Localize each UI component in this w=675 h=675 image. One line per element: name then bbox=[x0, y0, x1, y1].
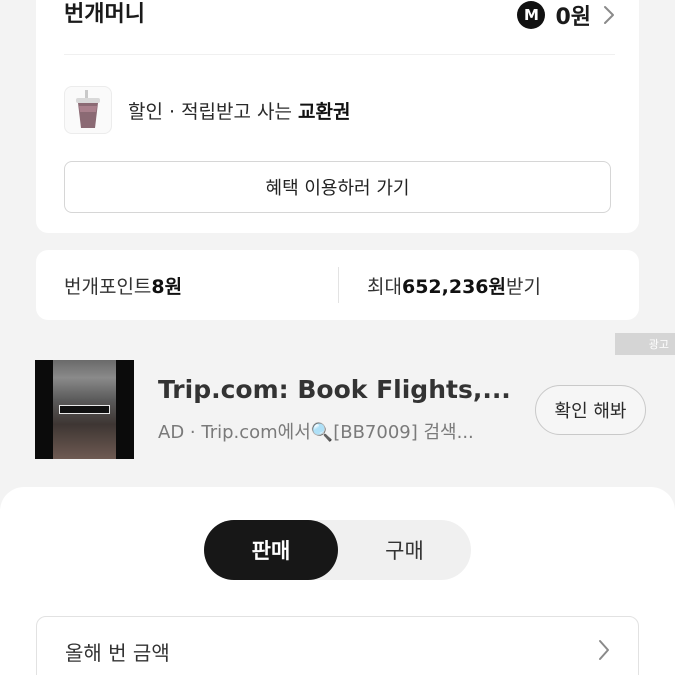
max-suffix: 받기 bbox=[506, 275, 541, 298]
divider bbox=[64, 54, 615, 55]
ad-cta-button[interactable]: 확인 해봐 bbox=[535, 385, 646, 435]
ad-subtitle: AD · Trip.com에서🔍[BB7009] 검색... bbox=[158, 422, 474, 443]
max-reward[interactable]: 최대 652,236원 받기 bbox=[367, 250, 541, 320]
history-panel: 판매 구매 올해 번 금액 bbox=[0, 487, 675, 675]
max-value: 652,236원 bbox=[401, 275, 506, 298]
chevron-right-icon bbox=[604, 6, 614, 24]
chevron-right-icon bbox=[599, 640, 609, 660]
bunjang-money-card: 번개머니 M 0원 할인 · 적립받고 사는 교환권 혜택 이용하러 가기 bbox=[36, 0, 639, 233]
ad-thumbnail-caption bbox=[59, 405, 110, 414]
ad-tag: 광고 bbox=[615, 333, 675, 355]
annual-earnings-label: 올해 번 금액 bbox=[65, 641, 170, 665]
voucher-text: 할인 · 적립받고 사는 교환권 bbox=[128, 100, 351, 123]
bunjang-points[interactable]: 번개포인트 8원 bbox=[64, 250, 182, 320]
benefit-button[interactable]: 혜택 이용하러 가기 bbox=[64, 161, 611, 213]
max-prefix: 최대 bbox=[367, 275, 402, 298]
bunjang-money-balance[interactable]: M 0원 bbox=[517, 0, 615, 30]
ad-thumbnail[interactable] bbox=[35, 360, 134, 459]
divider bbox=[338, 267, 339, 303]
tab-buy[interactable]: 구매 bbox=[338, 520, 471, 580]
sell-buy-toggle: 판매 구매 bbox=[204, 520, 471, 580]
drink-cup-icon bbox=[64, 86, 112, 134]
tab-sell[interactable]: 판매 bbox=[204, 520, 338, 580]
annual-earnings-row[interactable]: 올해 번 금액 bbox=[36, 616, 639, 675]
money-amount: 0원 bbox=[555, 5, 591, 30]
ad-title[interactable]: Trip.com: Book Flights,... bbox=[158, 375, 511, 404]
points-value: 8원 bbox=[151, 275, 183, 298]
voucher-row[interactable]: 할인 · 적립받고 사는 교환권 bbox=[64, 86, 351, 134]
bunjang-money-title: 번개머니 bbox=[64, 2, 145, 27]
money-m-icon: M bbox=[517, 1, 546, 29]
bunjang-money-row[interactable]: 번개머니 M 0원 bbox=[64, 0, 615, 30]
points-label: 번개포인트 bbox=[64, 275, 152, 298]
points-card: 번개포인트 8원 최대 652,236원 받기 bbox=[36, 250, 639, 320]
